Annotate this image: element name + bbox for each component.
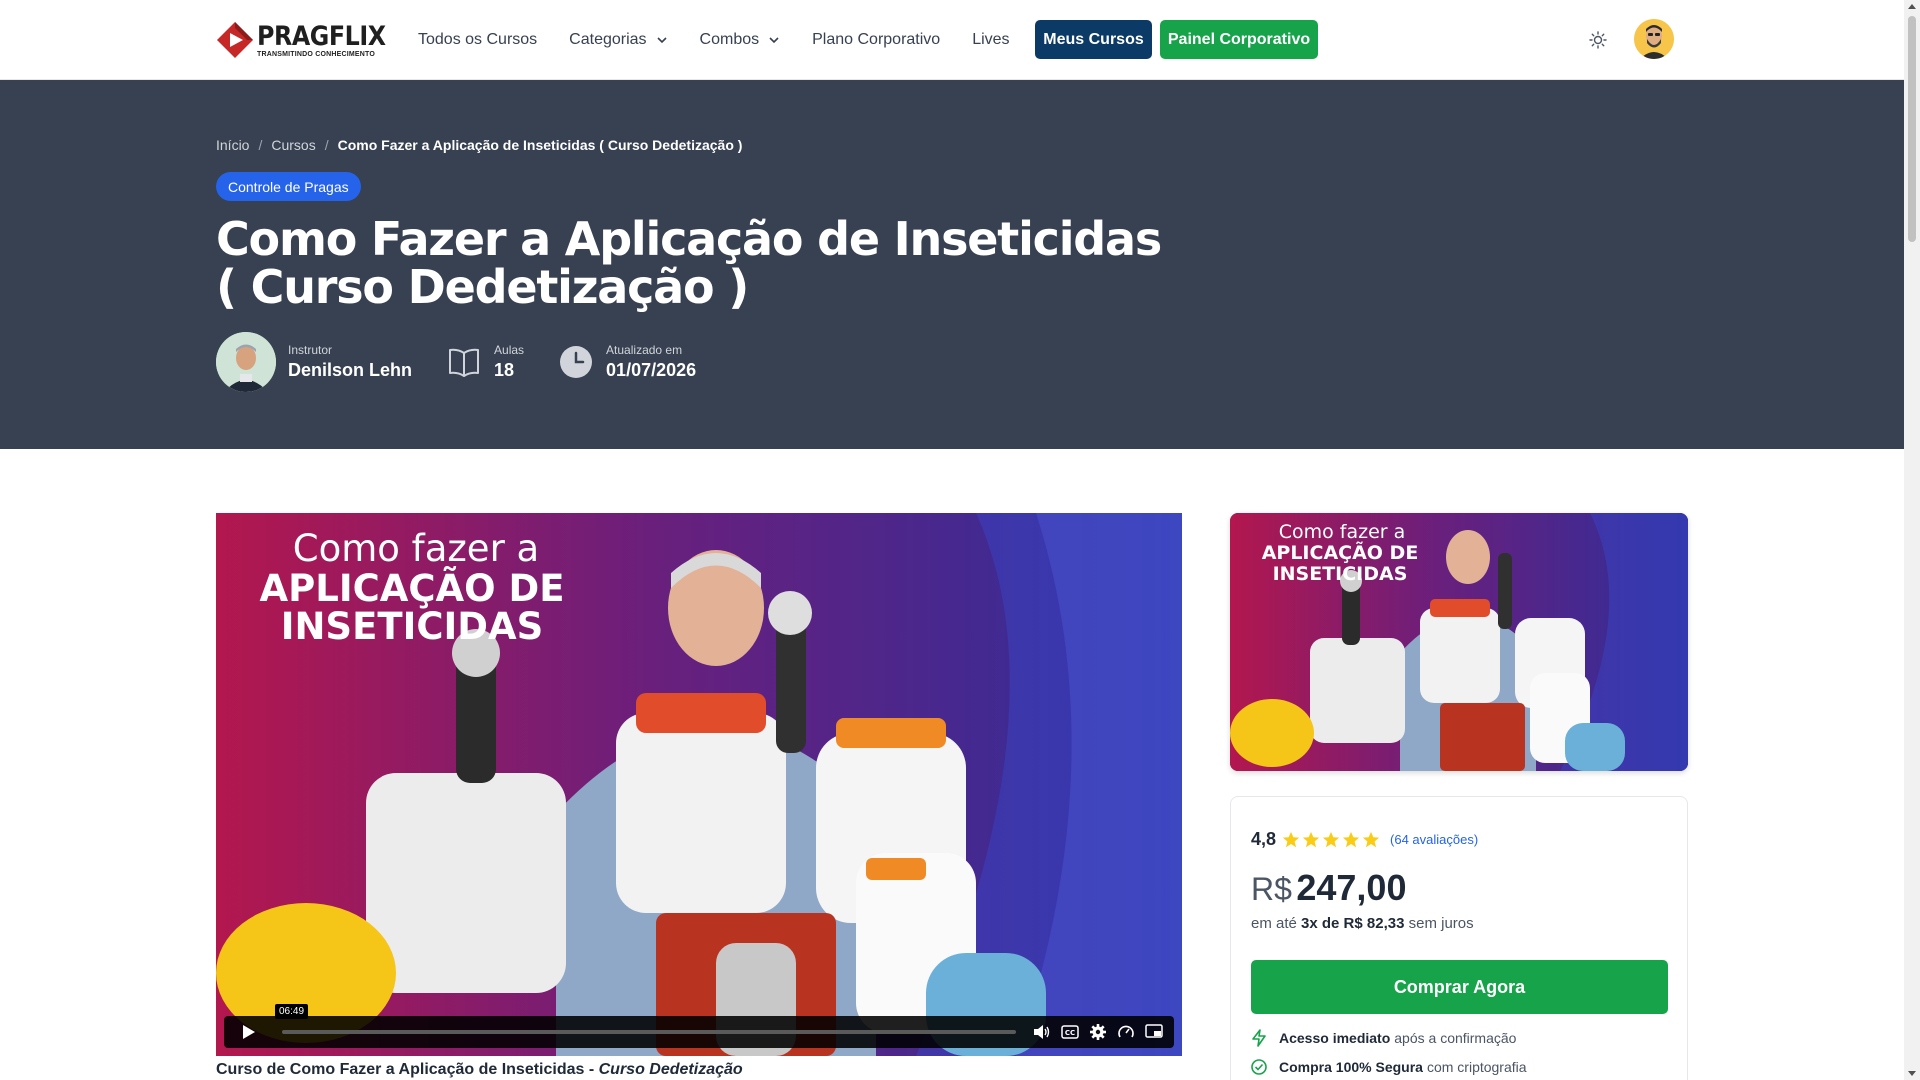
user-avatar[interactable]	[1634, 19, 1674, 59]
course-meta: Instrutor Denilson Lehn Aulas 18 Atualiz…	[216, 332, 696, 392]
star-icon	[1322, 831, 1340, 847]
chevron-down-icon	[769, 37, 779, 44]
feature-immediate-access: Acesso imediato após a confirmação	[1251, 1029, 1516, 1047]
pragflix-logo[interactable]: PRAGFLIX TRANSMITINDO CONHECIMENTO	[216, 20, 403, 60]
nav-label: Lives	[972, 31, 1010, 48]
main-nav: Todos os Cursos Categorias Combos Plano …	[418, 0, 1042, 80]
thumbnail-line2: APLICAÇÃO DE	[1262, 540, 1419, 564]
volume-icon[interactable]	[1028, 1016, 1056, 1048]
video-overlay-line1: Como fazer a	[293, 527, 539, 570]
scroll-up-arrow-icon[interactable]	[1908, 4, 1916, 9]
nav-combos[interactable]: Combos	[700, 31, 781, 49]
course-video-player[interactable]: Como fazer a APLICAÇÃO DE INSETICIDAS 06…	[216, 513, 1182, 1056]
price: R$ 247,00	[1251, 867, 1406, 909]
top-navbar: PRAGFLIX TRANSMITINDO CONHECIMENTO Todos…	[0, 0, 1904, 80]
instructor-avatar	[216, 332, 276, 392]
star-icon	[1282, 831, 1300, 847]
buy-now-button[interactable]: Comprar Agora	[1251, 960, 1668, 1014]
rating-value: 4,8	[1251, 829, 1277, 849]
installments-amount: 3x de R$ 82,33	[1301, 915, 1405, 932]
nav-label: Combos	[699, 31, 760, 48]
reviews-link[interactable]: (64 avaliações)	[1390, 832, 1478, 847]
svg-text:CC: CC	[1065, 1029, 1075, 1037]
meus-cursos-button[interactable]: Meus Cursos	[1035, 20, 1152, 59]
category-badge[interactable]: Controle de Pragas	[216, 172, 361, 201]
installments-text: em até 3x de R$ 82,33 sem juros	[1251, 915, 1474, 932]
lessons-label: Aulas	[494, 343, 525, 357]
nav-lives[interactable]: Lives	[972, 31, 1009, 49]
breadcrumb-separator: /	[324, 137, 329, 153]
video-caption-emphasis: Curso Dedetização	[598, 1061, 743, 1078]
logo-tagline: TRANSMITINDO CONHECIMENTO	[257, 50, 376, 58]
breadcrumb: Início / Cursos / Como Fazer a Aplicação…	[216, 137, 742, 153]
book-icon	[446, 344, 482, 380]
instructor-name[interactable]: Denilson Lehn	[288, 360, 412, 381]
video-overlay-line3: INSETICIDAS	[281, 605, 544, 648]
clock-icon	[558, 344, 594, 380]
nav-plano-corporativo[interactable]: Plano Corporativo	[812, 31, 940, 49]
rating-row: 4,8 (64 avaliações)	[1251, 829, 1478, 850]
updated-date: 01/07/2026	[606, 360, 697, 380]
sun-icon[interactable]	[1586, 28, 1610, 52]
star-icon	[1362, 831, 1380, 847]
instructor-label: Instrutor	[288, 343, 333, 357]
video-caption: Curso de Como Fazer a Aplicação de Inset…	[216, 1061, 743, 1079]
feature-title: Compra 100% Segura	[1279, 1059, 1423, 1075]
star-icon	[1342, 831, 1360, 847]
video-caption-text: Curso de Como Fazer a Aplicação de Inset…	[216, 1061, 599, 1078]
thumbnail-line3: INSETICIDAS	[1273, 563, 1408, 585]
shield-check-icon	[1251, 1059, 1267, 1075]
price-value: 247,00	[1296, 867, 1407, 908]
page-title: Como Fazer a Aplicação de Inseticidas ( …	[216, 212, 1162, 314]
star-icon	[1302, 831, 1320, 847]
thumbnail-line1: Como fazer a	[1279, 521, 1406, 543]
video-controls-bar: CC	[224, 1016, 1174, 1048]
nav-categorias[interactable]: Categorias	[569, 31, 667, 49]
speed-icon[interactable]	[1112, 1016, 1140, 1048]
installments-suffix: sem juros	[1408, 915, 1474, 932]
video-progress-bar[interactable]	[282, 1030, 1016, 1034]
course-hero: Início / Cursos / Como Fazer a Aplicação…	[0, 80, 1904, 449]
chevron-down-icon	[656, 37, 667, 44]
pip-icon[interactable]	[1140, 1016, 1168, 1048]
breadcrumb-separator: /	[258, 137, 263, 153]
painel-corporativo-button[interactable]: Painel Corporativo	[1160, 20, 1318, 59]
bolt-icon	[1252, 1029, 1266, 1047]
logo-name: PRAGFLIX	[257, 20, 386, 52]
purchase-card: 4,8 (64 avaliações) R$ 247,00 em até 3x …	[1230, 796, 1688, 1080]
settings-icon[interactable]	[1084, 1016, 1112, 1048]
feature-text: após a confirmação	[1394, 1030, 1517, 1046]
course-thumbnail-image: Como fazer a APLICAÇÃO DE INSETICIDAS	[1230, 513, 1688, 771]
logo-mark-icon	[216, 21, 254, 59]
breadcrumb-cursos[interactable]: Cursos	[271, 137, 315, 153]
price-currency: R$	[1251, 871, 1292, 907]
page-scrollbar[interactable]	[1904, 0, 1920, 1080]
play-icon[interactable]	[224, 1016, 274, 1048]
lessons-count: 18	[494, 360, 515, 380]
breadcrumb-home[interactable]: Início	[216, 137, 249, 153]
nav-label: Plano Corporativo	[812, 31, 941, 48]
feature-secure-purchase: Compra 100% Segura com criptografia	[1251, 1059, 1527, 1075]
breadcrumb-current: Como Fazer a Aplicação de Inseticidas ( …	[337, 137, 743, 153]
captions-icon[interactable]: CC	[1056, 1016, 1084, 1048]
feature-text: com criptografia	[1426, 1059, 1527, 1075]
course-thumbnail: Como fazer a APLICAÇÃO DE INSETICIDAS	[1230, 513, 1688, 771]
feature-title: Acesso imediato	[1279, 1030, 1391, 1046]
scroll-thumb[interactable]	[1908, 16, 1916, 242]
nav-label: Todos os Cursos	[418, 31, 538, 48]
video-overlay-line2: APLICAÇÃO DE	[260, 566, 565, 610]
nav-todos-os-cursos[interactable]: Todos os Cursos	[418, 31, 537, 49]
video-frame-image: Como fazer a APLICAÇÃO DE INSETICIDAS	[216, 513, 1182, 1056]
nav-label: Categorias	[569, 31, 647, 48]
updated-label: Atualizado em	[606, 343, 683, 357]
installments-prefix: em até	[1251, 915, 1297, 932]
scroll-down-arrow-icon[interactable]	[1908, 1071, 1916, 1076]
